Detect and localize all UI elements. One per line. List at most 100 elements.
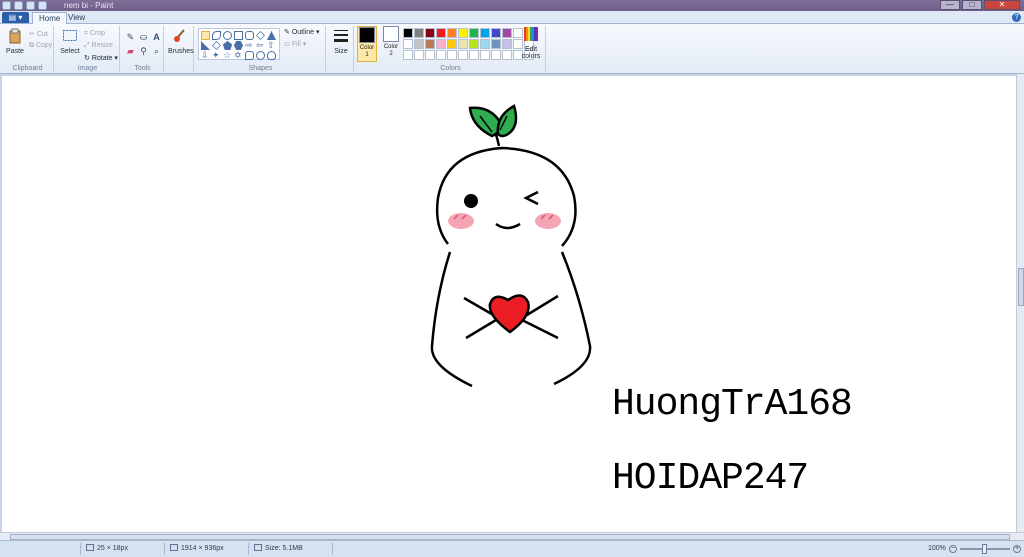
color1-label: Color 1 <box>359 45 375 58</box>
brushes-button[interactable]: Brushes <box>168 28 194 55</box>
help-icon[interactable]: ? <box>1012 13 1021 22</box>
four-point-star-shape-icon[interactable]: ✦ <box>212 51 221 60</box>
palette-color-swatch[interactable] <box>447 28 457 38</box>
image-group: Select ⌗ Crop ⤢ Resize ↻ Rotate ▾ Image <box>56 26 120 72</box>
palette-color-swatch[interactable] <box>447 50 457 60</box>
maximize-button[interactable]: □ <box>962 0 982 10</box>
arrow-down-shape-icon[interactable]: ⇩ <box>201 51 210 60</box>
copy-button[interactable]: ⧉ Copy <box>29 42 52 50</box>
shapes-gallery[interactable]: ⇨ ⇦ ⇧ ⇩ ✦ ☆ ✡ <box>198 28 280 60</box>
hexagon-shape-icon[interactable] <box>234 41 243 50</box>
save-icon[interactable] <box>14 1 23 10</box>
triangle-shape-icon[interactable] <box>267 31 276 40</box>
outline-dropdown[interactable]: ✎ Outline ▾ <box>284 28 319 36</box>
palette-color-swatch[interactable] <box>425 28 435 38</box>
magnifier-icon[interactable]: ⌕ <box>151 46 162 57</box>
vertical-scroll-thumb[interactable] <box>1018 268 1024 306</box>
palette-color-swatch[interactable] <box>425 50 435 60</box>
palette-color-swatch[interactable] <box>480 28 490 38</box>
palette-color-swatch[interactable] <box>491 50 501 60</box>
crop-button[interactable]: ⌗ Crop <box>84 30 105 38</box>
line-shape-icon[interactable] <box>201 31 210 40</box>
palette-color-swatch[interactable] <box>425 39 435 49</box>
fill-dropdown[interactable]: ⛀ Fill ▾ <box>284 40 306 48</box>
vertical-scrollbar[interactable] <box>1016 74 1024 532</box>
oval-callout-shape-icon[interactable] <box>256 51 265 60</box>
rectangle-shape-icon[interactable] <box>234 31 243 40</box>
zoom-in-icon[interactable]: + <box>1013 545 1021 553</box>
curve-shape-icon[interactable] <box>212 31 221 40</box>
right-triangle-shape-icon[interactable] <box>201 41 210 50</box>
six-point-star-shape-icon[interactable]: ✡ <box>234 51 243 60</box>
minimize-button[interactable]: — <box>940 0 960 10</box>
tools-group: ✎ ⛀ A ▰ ⚲ ⌕ Tools <box>122 26 164 72</box>
zoom-out-icon[interactable]: − <box>949 545 957 553</box>
cut-button[interactable]: ✂ Cut <box>29 30 48 38</box>
palette-color-swatch[interactable] <box>469 28 479 38</box>
undo-icon[interactable] <box>26 1 35 10</box>
palette-color-swatch[interactable] <box>502 50 512 60</box>
palette-color-swatch[interactable] <box>491 39 501 49</box>
pentagon-shape-icon[interactable] <box>223 41 232 50</box>
text-tool-icon[interactable]: A <box>151 32 162 43</box>
arrow-up-shape-icon[interactable]: ⇧ <box>267 41 276 50</box>
palette-color-swatch[interactable] <box>436 28 446 38</box>
palette-color-swatch[interactable] <box>480 39 490 49</box>
palette-color-swatch[interactable] <box>436 50 446 60</box>
pencil-icon[interactable]: ✎ <box>125 32 136 43</box>
select-button[interactable]: Select <box>59 28 81 55</box>
horizontal-scrollbar[interactable] <box>0 532 1024 540</box>
fill-bucket-icon[interactable]: ⛀ <box>138 32 149 43</box>
palette-color-swatch[interactable] <box>458 39 468 49</box>
palette-color-swatch[interactable] <box>502 28 512 38</box>
close-button[interactable]: ✕ <box>984 0 1020 10</box>
palette-color-swatch[interactable] <box>436 39 446 49</box>
palette-color-swatch[interactable] <box>447 39 457 49</box>
palette-color-swatch[interactable] <box>414 39 424 49</box>
five-point-star-shape-icon[interactable]: ☆ <box>223 51 232 60</box>
left-eye <box>464 194 478 208</box>
palette-color-swatch[interactable] <box>469 50 479 60</box>
rhombus-shape-icon[interactable] <box>212 41 221 50</box>
palette-color-swatch[interactable] <box>502 39 512 49</box>
palette-color-swatch[interactable] <box>480 50 490 60</box>
callout-shape-icon[interactable] <box>245 51 254 60</box>
rounded-rectangle-shape-icon[interactable] <box>245 31 254 40</box>
palette-color-swatch[interactable] <box>458 50 468 60</box>
crop-label: Crop <box>89 30 106 37</box>
diamond-shape-icon[interactable] <box>256 31 265 40</box>
palette-color-swatch[interactable] <box>491 28 501 38</box>
oval-shape-icon[interactable] <box>223 31 232 40</box>
palette-color-swatch[interactable] <box>403 28 413 38</box>
color1-swatch <box>359 27 375 43</box>
arrow-right-shape-icon[interactable]: ⇨ <box>245 41 254 50</box>
rainbow-palette-icon <box>524 27 538 41</box>
selection-size-readout: 25 × 18px <box>86 544 128 554</box>
eraser-icon[interactable]: ▰ <box>125 46 136 57</box>
cloud-callout-shape-icon[interactable] <box>267 51 276 60</box>
palette-color-swatch[interactable] <box>403 50 413 60</box>
color1-button[interactable]: Color 1 <box>357 26 377 62</box>
redo-icon[interactable] <box>38 1 47 10</box>
paste-button[interactable]: Paste <box>4 28 26 55</box>
brushes-group: Brushes <box>166 26 194 72</box>
color2-button[interactable]: Color 2 <box>381 26 401 58</box>
resize-button[interactable]: ⤢ Resize <box>84 42 113 50</box>
zoom-slider-handle[interactable] <box>982 544 987 554</box>
drawing-canvas[interactable]: HuongTrA168 HOIDAP247 <box>2 76 1016 532</box>
tab-view[interactable]: View <box>62 12 91 24</box>
palette-color-swatch[interactable] <box>469 39 479 49</box>
palette-color-swatch[interactable] <box>458 28 468 38</box>
image-size-text: 1914 × 936px <box>181 545 224 552</box>
edit-colors-button[interactable]: Edit colors <box>519 26 543 60</box>
palette-color-swatch[interactable] <box>414 50 424 60</box>
character-body-right <box>553 251 592 386</box>
palette-color-swatch[interactable] <box>414 28 424 38</box>
rotate-button[interactable]: ↻ Rotate ▾ <box>84 54 118 62</box>
color-picker-icon[interactable]: ⚲ <box>138 46 149 57</box>
paint-menu-button[interactable]: ▤ ▾ <box>2 12 29 23</box>
arrow-left-shape-icon[interactable]: ⇦ <box>256 41 265 50</box>
size-button[interactable]: Size <box>330 28 352 55</box>
paint-app-icon[interactable] <box>2 1 11 10</box>
palette-color-swatch[interactable] <box>403 39 413 49</box>
